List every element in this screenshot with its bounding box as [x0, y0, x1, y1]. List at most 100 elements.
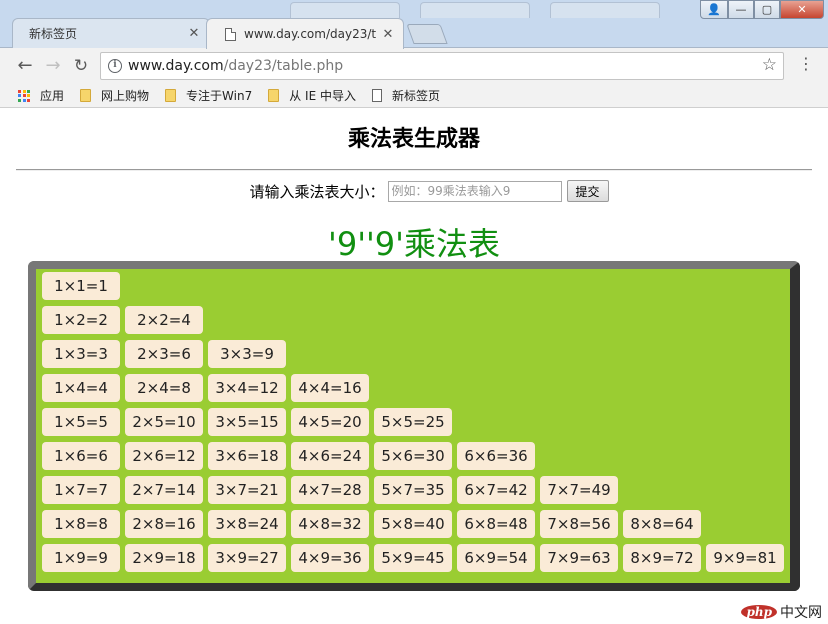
- table-cell: 2×9=18: [125, 544, 203, 572]
- bookmark-shopping[interactable]: 网上购物: [80, 87, 149, 104]
- table-cell: 7×9=63: [540, 544, 618, 572]
- table-cell: 1×3=3: [42, 340, 120, 368]
- table-cell: 3×9=27: [208, 544, 286, 572]
- table-cell: 6×6=36: [457, 442, 535, 470]
- apps-icon: [18, 89, 30, 102]
- bookmark-label: 新标签页: [391, 89, 440, 103]
- table-cell: 3×8=24: [208, 510, 286, 538]
- table-heading: '9''9'乘法表: [328, 225, 500, 263]
- background-tab: [420, 2, 530, 18]
- table-cell: 1×1=1: [42, 272, 120, 300]
- table-cell: 8×8=64: [623, 510, 701, 538]
- page-content: 乘法表生成器 请输入乘法表大小： 提交 '9''9'乘法表 1×1=1 1×2=2…: [8, 109, 820, 624]
- table-cell: 3×3=9: [208, 340, 286, 368]
- table-cell: 1×5=5: [42, 408, 120, 436]
- close-icon[interactable]: ✕: [379, 27, 397, 42]
- watermark: php 中文网: [741, 602, 822, 622]
- table-cell: 6×9=54: [457, 544, 535, 572]
- reload-icon[interactable]: ↻: [70, 55, 92, 77]
- watermark-text: 中文网: [780, 605, 822, 621]
- browser-toolbar: ← → ↻ i www.day.com/day23/table.php ☆ ⋮: [0, 48, 828, 84]
- size-label: 请输入乘法表大小：: [249, 182, 385, 201]
- table-cell: 2×5=10: [125, 408, 203, 436]
- tab-title: www.day.com/day23/t: [244, 27, 377, 41]
- bookmark-label: 从 IE 中导入: [289, 89, 356, 103]
- maximize-button[interactable]: ▢: [754, 0, 780, 19]
- table-cell: 4×8=32: [291, 510, 369, 538]
- tab-new-tab[interactable]: 新标签页 ✕: [12, 18, 210, 48]
- table-row: 1×8=8 2×8=16 3×8=24 4×8=32 5×8=40 6×8=48 7×8=5…: [36, 507, 790, 541]
- tab-table-page[interactable]: www.day.com/day23/t ✕: [206, 18, 404, 49]
- url-path: /day23/table.php: [223, 58, 344, 74]
- table-row: 1×2=2 2×2=4: [36, 303, 790, 337]
- table-cell: 6×7=42: [457, 476, 535, 504]
- menu-icon[interactable]: ⋮: [798, 56, 814, 72]
- page-title: 乘法表生成器: [347, 127, 480, 152]
- bookmarks-bar: 应用 网上购物 专注于Win7 从 IE 中导入 新标签页: [0, 84, 828, 108]
- table-row: 1×6=6 2×6=12 3×6=18 4×6=24 5×6=30 6×6=36: [36, 439, 790, 473]
- close-window-button[interactable]: ✕: [780, 0, 824, 19]
- background-window-tabs: [230, 2, 690, 18]
- table-cell: 7×8=56: [540, 510, 618, 538]
- table-cell: 1×7=7: [42, 476, 120, 504]
- table-cell: 3×7=21: [208, 476, 286, 504]
- size-input[interactable]: [387, 180, 562, 202]
- background-tab: [290, 2, 400, 18]
- bookmark-win7[interactable]: 专注于Win7: [165, 87, 252, 104]
- table-cell: 5×5=25: [374, 408, 452, 436]
- document-icon: [225, 27, 236, 41]
- table-row: 1×5=5 2×5=10 3×5=15 4×5=20 5×5=25: [36, 405, 790, 439]
- table-cell: 6×8=48: [457, 510, 535, 538]
- table-cell: 3×4=12: [208, 374, 286, 402]
- info-icon[interactable]: i: [108, 59, 122, 73]
- php-logo: php: [741, 605, 777, 619]
- table-cell: 3×5=15: [208, 408, 286, 436]
- bookmark-ie-import[interactable]: 从 IE 中导入: [268, 87, 356, 104]
- folder-icon: [165, 89, 177, 102]
- bookmark-star-icon[interactable]: ☆: [762, 55, 777, 75]
- table-cell: 2×3=6: [125, 340, 203, 368]
- table-row: 1×4=4 2×4=8 3×4=12 4×4=16: [36, 371, 790, 405]
- url-host: www.day.com: [128, 58, 224, 74]
- table-cell: 2×2=4: [125, 306, 203, 334]
- submit-button[interactable]: 提交: [566, 180, 609, 202]
- table-cell: 8×9=72: [623, 544, 701, 572]
- bookmark-label: 专注于Win7: [186, 89, 253, 103]
- table-cell: 4×4=16: [291, 374, 369, 402]
- table-cell: 2×6=12: [125, 442, 203, 470]
- bookmark-label: 应用: [40, 89, 65, 103]
- size-form: 请输入乘法表大小： 提交: [8, 180, 820, 202]
- table-cell: 4×7=28: [291, 476, 369, 504]
- back-arrow-icon[interactable]: ←: [14, 55, 36, 77]
- table-cell: 5×9=45: [374, 544, 452, 572]
- table-cell: 7×7=49: [540, 476, 618, 504]
- bookmark-new-tab[interactable]: 新标签页: [371, 87, 440, 104]
- table-cell: 2×7=14: [125, 476, 203, 504]
- bookmark-apps[interactable]: 应用: [0, 87, 64, 104]
- table-cell: 5×8=40: [374, 510, 452, 538]
- browser-titlebar: 新标签页 ✕ www.day.com/day23/t ✕ 👤 — ▢ ✕: [0, 0, 828, 49]
- table-row: 1×9=9 2×9=18 3×9=27 4×9=36 5×9=45 6×9=54 7×9=6…: [36, 541, 790, 575]
- close-icon[interactable]: ✕: [185, 26, 203, 41]
- table-cell: 4×9=36: [291, 544, 369, 572]
- minimize-button[interactable]: —: [728, 0, 754, 19]
- table-cell: 9×9=81: [706, 544, 784, 572]
- user-icon[interactable]: 👤: [700, 0, 728, 19]
- window-controls: 👤 — ▢ ✕: [700, 0, 824, 19]
- table-cell: 5×6=30: [374, 442, 452, 470]
- forward-arrow-icon[interactable]: →: [42, 55, 64, 77]
- table-cell: 1×8=8: [42, 510, 120, 538]
- table-cell: 1×6=6: [42, 442, 120, 470]
- new-tab-button[interactable]: [406, 24, 448, 44]
- table-cell: 1×2=2: [42, 306, 120, 334]
- table-row: 1×7=7 2×7=14 3×7=21 4×7=28 5×7=35 6×7=42 7×7=4…: [36, 473, 790, 507]
- address-bar[interactable]: i www.day.com/day23/table.php ☆: [100, 52, 784, 80]
- table-cell: 2×4=8: [125, 374, 203, 402]
- document-icon: [371, 89, 382, 102]
- url-text: www.day.com/day23/table.php: [128, 58, 343, 74]
- bookmark-label: 网上购物: [101, 89, 150, 103]
- table-row: 1×1=1: [36, 269, 790, 303]
- folder-icon: [80, 89, 92, 102]
- background-tab: [550, 2, 660, 18]
- tab-title: 新标签页: [29, 27, 78, 41]
